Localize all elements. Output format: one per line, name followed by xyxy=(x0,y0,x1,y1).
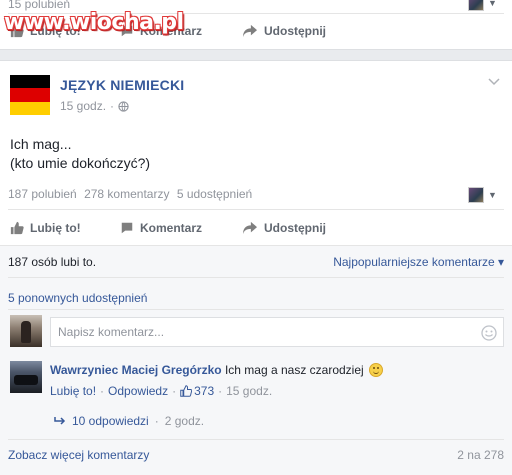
separator-dot: · xyxy=(172,384,177,398)
share-label: Udostępnij xyxy=(264,221,326,235)
divider xyxy=(8,277,504,278)
flag-stripe-gold xyxy=(10,101,50,115)
globe-icon[interactable] xyxy=(118,100,129,112)
more-comments-link[interactable]: Zobacz więcej komentarzy xyxy=(8,448,149,462)
view-replies[interactable]: 10 odpowiedzi · 2 godz. xyxy=(54,414,204,428)
post-text-line: (kto umie dokończyć?) xyxy=(10,155,151,171)
post-action-bar: Lubię to! Komentarz Udostępnij xyxy=(0,212,512,244)
post-text: Ich mag... (kto umie dokończyć?) xyxy=(10,135,150,173)
flag-stripe-red xyxy=(10,88,50,102)
share-label: Udostępnij xyxy=(264,24,326,38)
watermark: www.wiocha.pl xyxy=(4,10,184,35)
like-label: Lubię to! xyxy=(30,221,81,235)
smiley-icon[interactable] xyxy=(481,325,497,341)
likes-count[interactable]: 187 polubień xyxy=(8,187,77,201)
post-text-line: Ich mag... xyxy=(10,136,72,152)
comment-input[interactable] xyxy=(51,318,471,346)
reshares-link[interactable]: 5 ponownych udostępnień xyxy=(8,291,147,305)
divider xyxy=(8,209,504,210)
comment-icon xyxy=(121,222,133,234)
post-card: JĘZYK NIEMIECKI 15 godz. · Ich mag... (k… xyxy=(0,60,512,475)
sort-label: Najpopularniejsze komentarze xyxy=(333,255,495,269)
comment-likes[interactable]: 373 xyxy=(180,384,214,398)
viewer-mini-avatar[interactable] xyxy=(468,187,484,203)
thumbs-up-icon xyxy=(180,385,193,397)
commenter-avatar[interactable] xyxy=(10,361,42,393)
comment-like-link[interactable]: Lubię to! xyxy=(50,384,96,398)
divider xyxy=(8,439,504,440)
commenter-name[interactable]: Wawrzyniec Maciej Gregórzko xyxy=(50,363,222,377)
share-arrow-icon xyxy=(243,221,257,235)
reply-arrow-icon xyxy=(54,417,66,425)
separator-dot: · xyxy=(100,384,105,398)
comment-text: Ich mag a nasz czarodziej xyxy=(224,363,364,377)
smiley-emoji-icon xyxy=(369,363,384,377)
comment-pagination: 2 na 278 xyxy=(457,448,504,462)
chevron-down-icon[interactable] xyxy=(488,75,500,89)
share-arrow-icon xyxy=(243,24,257,38)
thumbs-up-icon xyxy=(10,221,24,235)
chevron-down-icon[interactable]: ▼ xyxy=(488,190,497,200)
share-button[interactable]: Udostępnij xyxy=(242,24,326,38)
comment-button[interactable]: Komentarz xyxy=(120,221,202,235)
sort-comments-dropdown[interactable]: Najpopularniejsze komentarze ▾ xyxy=(333,255,504,269)
post-author[interactable]: JĘZYK NIEMIECKI xyxy=(60,77,184,93)
flag-stripe-black xyxy=(10,75,50,89)
separator-dot: · xyxy=(154,414,159,428)
shares-count[interactable]: 5 udostępnień xyxy=(177,187,252,201)
comment-reply-link[interactable]: Odpowiedz xyxy=(108,384,168,398)
page-avatar-german-flag[interactable] xyxy=(10,75,50,115)
meta-separator: · xyxy=(110,99,115,113)
viewer-mini-avatar[interactable] xyxy=(468,0,484,11)
comment-like-count: 373 xyxy=(194,384,215,398)
post-stats: 187 polubień 278 komentarzy 5 udostępnie… xyxy=(8,187,256,201)
chevron-down-icon: ▾ xyxy=(497,255,504,269)
comments-count[interactable]: 278 komentarzy xyxy=(84,187,169,201)
replies-time: 2 godz. xyxy=(164,414,205,428)
share-button[interactable]: Udostępnij xyxy=(242,221,326,235)
post-meta: 15 godz. · xyxy=(60,99,129,113)
likes-summary[interactable]: 187 osób lubi to. xyxy=(8,255,96,269)
comment-composer xyxy=(50,317,504,347)
like-button[interactable]: Lubię to! xyxy=(10,221,81,235)
current-user-avatar[interactable] xyxy=(10,315,42,347)
separator-dot: · xyxy=(218,384,223,398)
comment-body: Wawrzyniec Maciej Gregórzko Ich mag a na… xyxy=(50,363,384,377)
divider xyxy=(8,309,504,310)
comment-actions: Lubię to! · Odpowiedz · 373 · 15 godz. xyxy=(50,384,272,398)
comment-time[interactable]: 15 godz. xyxy=(226,384,272,398)
chevron-down-icon[interactable]: ▼ xyxy=(488,0,497,8)
comment-label: Komentarz xyxy=(140,221,203,235)
post-time[interactable]: 15 godz. xyxy=(60,99,106,113)
comments-section xyxy=(0,245,512,475)
replies-count: 10 odpowiedzi xyxy=(72,414,149,428)
